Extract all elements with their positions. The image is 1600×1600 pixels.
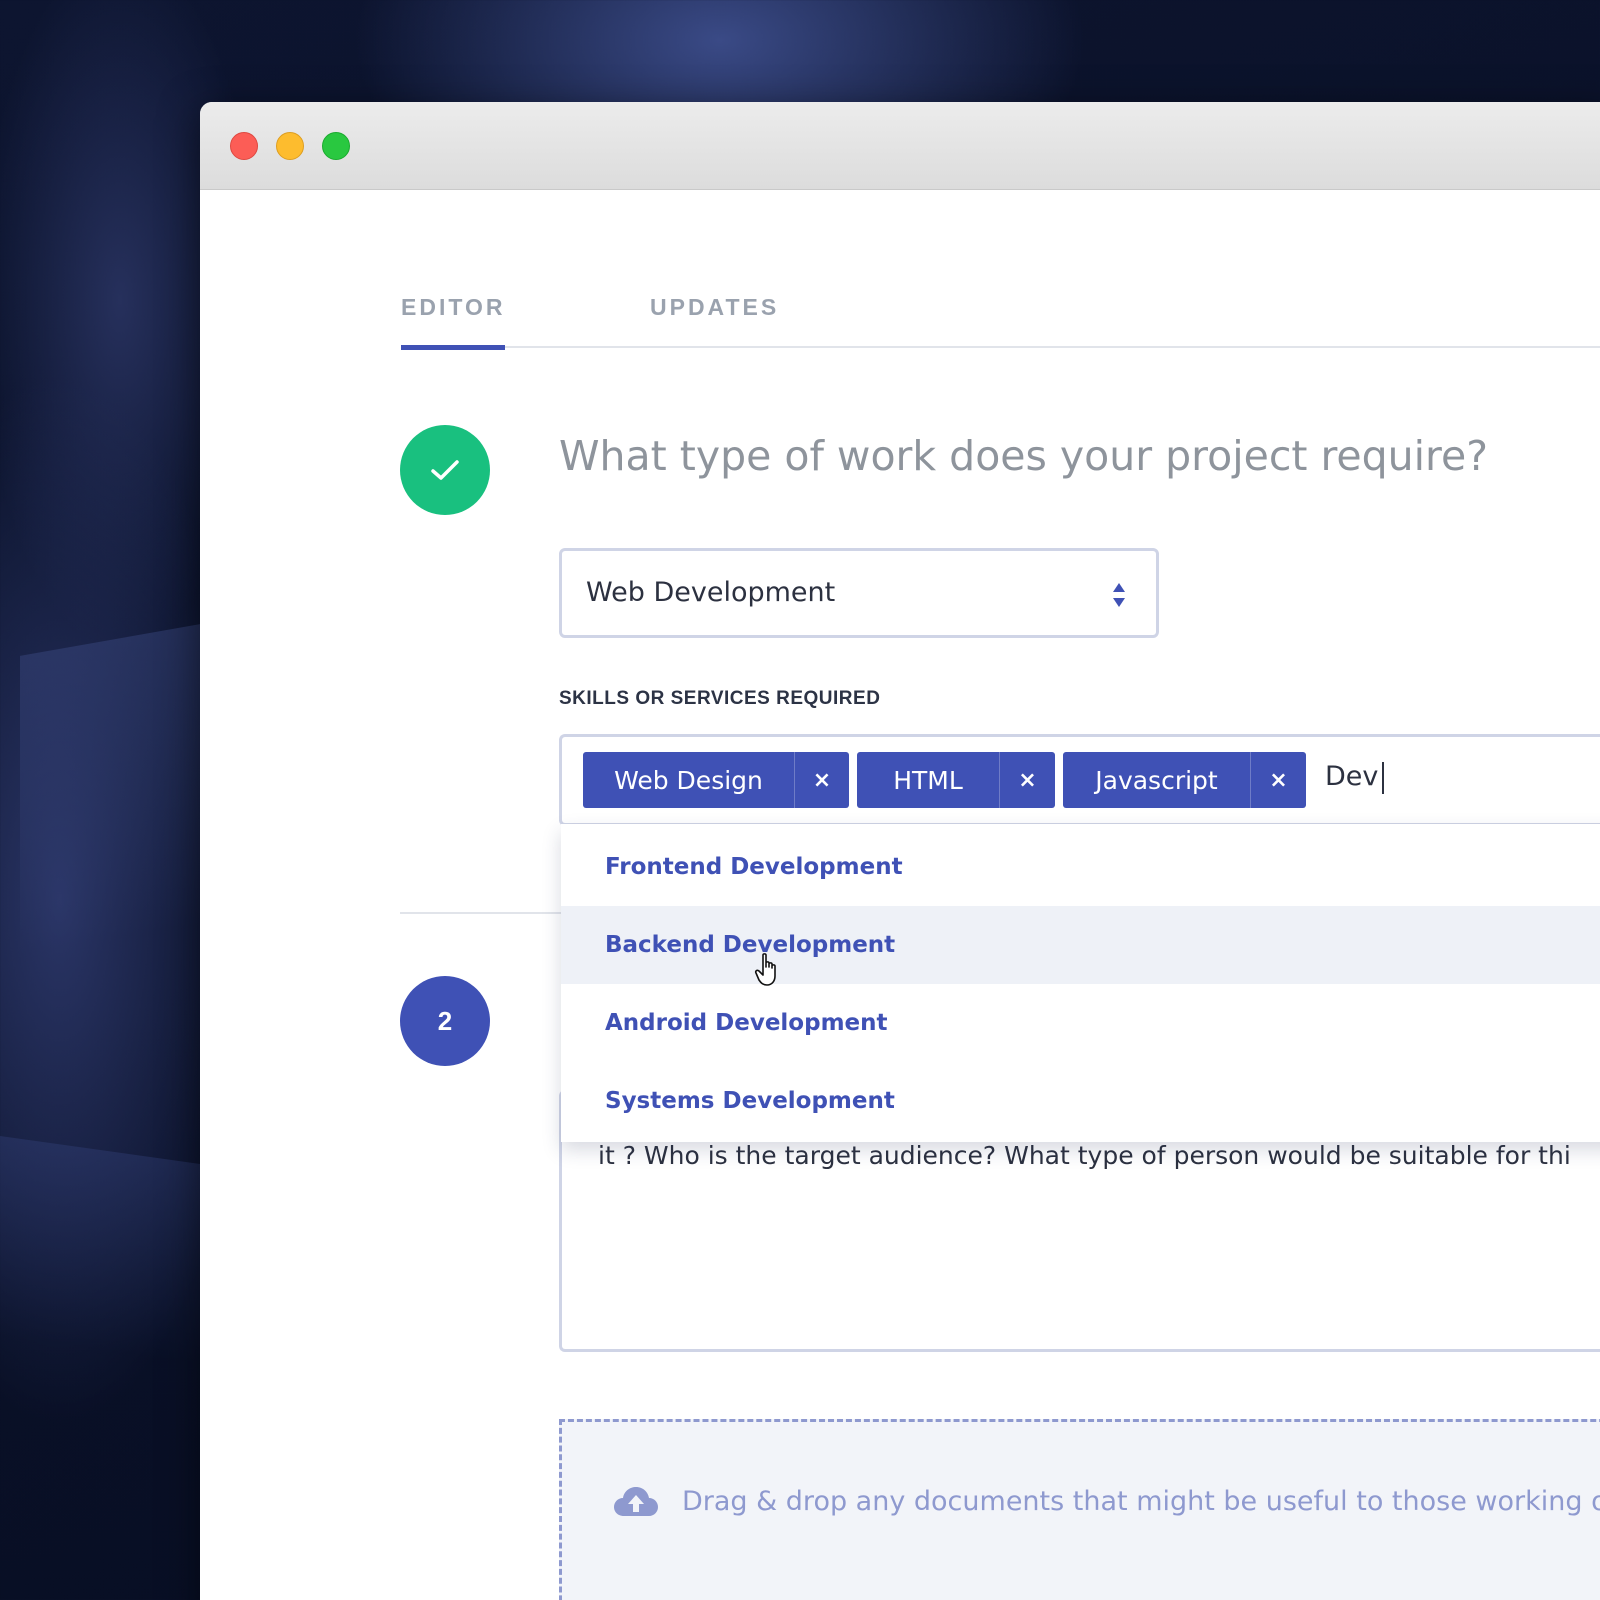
step-complete-badge [400,425,490,515]
remove-tag-button[interactable]: × [1251,752,1306,808]
skill-tag: Web Design × [583,752,849,808]
suggestion-item[interactable]: Frontend Development [561,828,1600,906]
app-window: EDITOR UPDATES What type of work does yo… [200,102,1600,1600]
select-arrows-icon [1113,583,1125,607]
skills-tag-input[interactable]: Web Design × HTML × Javascript × Dev [559,734,1600,826]
skill-tag: Javascript × [1063,752,1306,808]
file-dropzone[interactable]: Drag & drop any documents that might be … [559,1419,1600,1600]
skill-tag-label: Web Design [583,752,795,808]
skills-label: SKILLS OR SERVICES REQUIRED [559,688,881,709]
typed-value: Dev [1325,761,1379,792]
background-decoration [0,1135,200,1365]
suggestion-item[interactable]: Android Development [561,984,1600,1062]
window-titlebar [200,102,1600,190]
check-icon [431,460,459,480]
suggestion-item[interactable]: Systems Development [561,1062,1600,1140]
skill-tag-label: HTML [857,752,1000,808]
suggestions-dropdown: Frontend Development Backend Development… [561,824,1600,1142]
skills-search-text[interactable]: Dev [1325,761,1385,794]
close-window-button[interactable] [230,132,258,160]
category-select[interactable]: Web Development [559,548,1159,638]
step-question: What type of work does your project requ… [559,432,1488,480]
minimize-window-button[interactable] [276,132,304,160]
tab-editor[interactable]: EDITOR [401,290,506,350]
skill-tag: HTML × [857,752,1055,808]
remove-tag-button[interactable]: × [795,752,849,808]
skill-tag-label: Javascript [1063,752,1251,808]
maximize-window-button[interactable] [322,132,350,160]
text-caret [1382,761,1385,794]
step-number-badge: 2 [400,976,490,1066]
remove-tag-button[interactable]: × [1000,752,1055,808]
tab-updates[interactable]: UPDATES [650,290,779,348]
background-decoration [20,624,200,956]
suggestion-item[interactable]: Backend Development [561,906,1600,984]
dropzone-text: Drag & drop any documents that might be … [682,1486,1600,1517]
cloud-upload-icon [614,1487,658,1516]
category-select-value: Web Development [586,577,836,608]
tab-bar: EDITOR UPDATES [401,290,1600,350]
hand-cursor-icon [754,953,776,986]
